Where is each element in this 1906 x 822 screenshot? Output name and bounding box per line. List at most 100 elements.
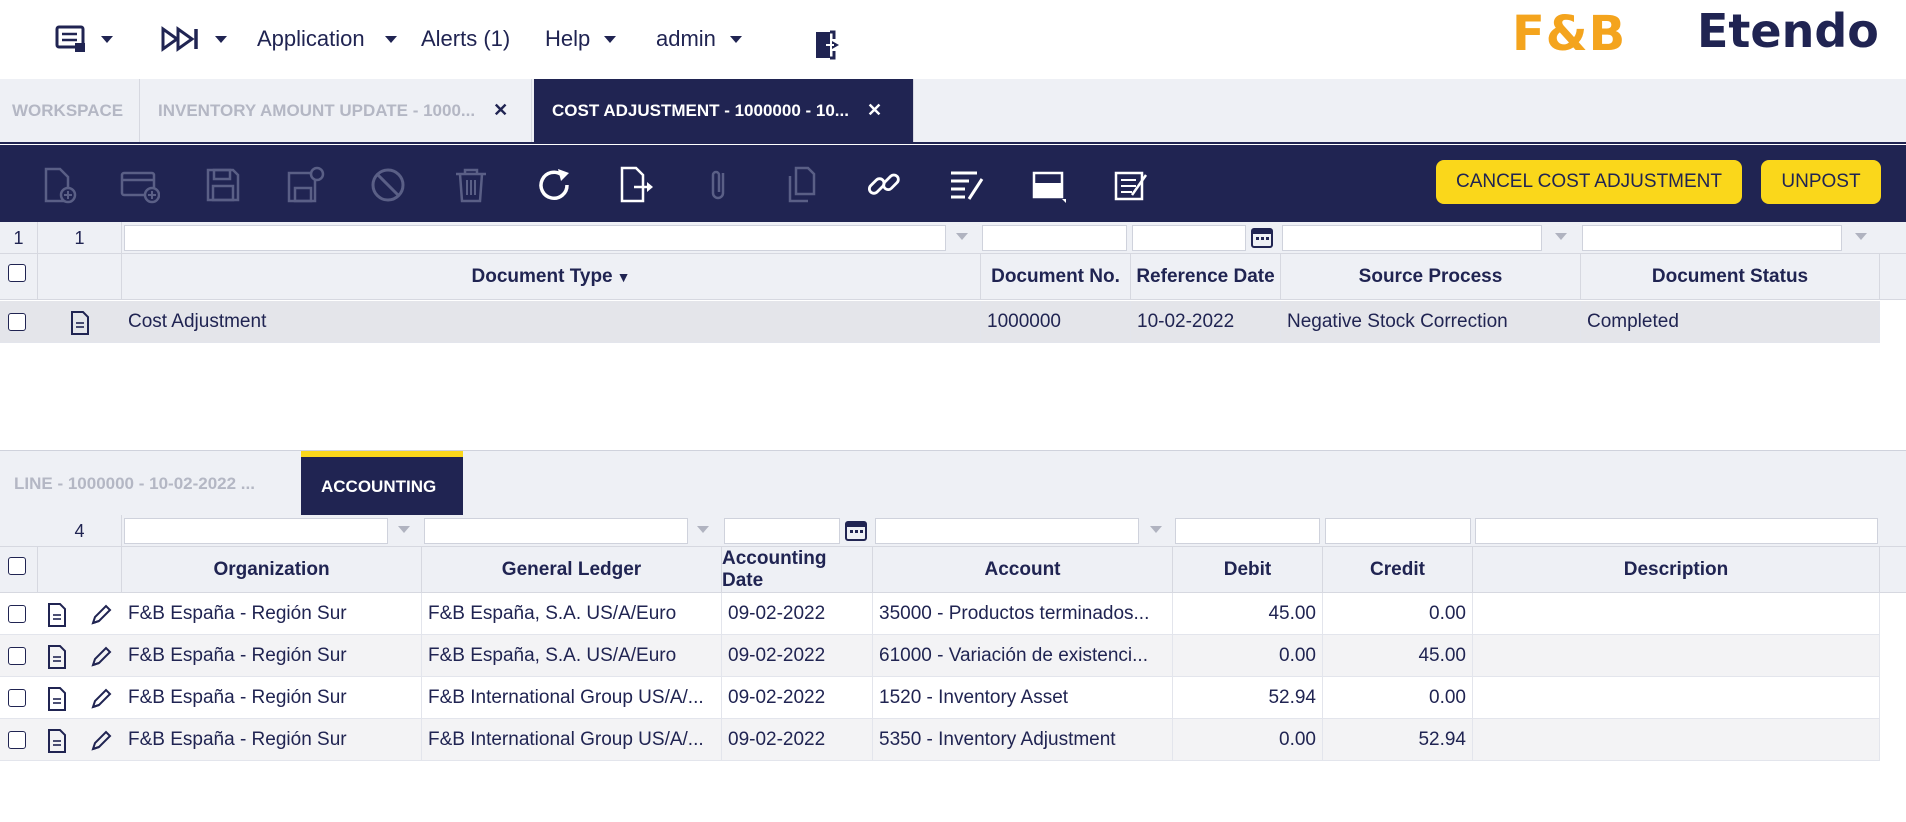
- cell-description: [1473, 635, 1880, 677]
- column-header-document-status[interactable]: Document Status: [1581, 254, 1880, 300]
- audit-icon[interactable]: [947, 165, 987, 205]
- link-icon[interactable]: [864, 165, 904, 205]
- edit-icon[interactable]: [89, 645, 113, 674]
- record-count: 4: [38, 515, 122, 547]
- document-icon[interactable]: [47, 729, 67, 758]
- select-all-checkbox[interactable]: [8, 557, 26, 575]
- edit-icon[interactable]: [89, 729, 113, 758]
- clone-icon[interactable]: [782, 165, 822, 205]
- close-icon[interactable]: ✕: [493, 100, 508, 121]
- select-all-checkbox[interactable]: [8, 264, 26, 282]
- debit-filter[interactable]: [1175, 518, 1320, 544]
- tab-accounting[interactable]: ACCOUNTING: [301, 451, 463, 516]
- document-no-filter[interactable]: [982, 225, 1127, 251]
- document-icon[interactable]: [47, 687, 67, 716]
- description-filter[interactable]: [1475, 518, 1878, 544]
- chevron-down-icon[interactable]: [697, 526, 709, 533]
- column-header-reference-date[interactable]: Reference Date: [1131, 254, 1281, 300]
- column-header-accounting-date[interactable]: Accounting Date: [722, 547, 873, 593]
- calendar-icon[interactable]: [845, 519, 867, 546]
- row-checkbox[interactable]: [8, 605, 26, 623]
- save-icon[interactable]: [203, 165, 243, 205]
- undo-icon[interactable]: [368, 165, 408, 205]
- user-menu[interactable]: admin: [656, 22, 742, 56]
- tab-cost-adjustment[interactable]: COST ADJUSTMENT - 1000000 - 10... ✕: [534, 79, 914, 142]
- tab-line[interactable]: LINE - 1000000 - 10-02-2022 ...: [0, 451, 300, 516]
- cell-general-ledger: F&B España, S.A. US/A/Euro: [422, 593, 722, 635]
- user-menu-label: admin: [656, 26, 716, 51]
- application-menu[interactable]: Application: [257, 22, 397, 56]
- cell-document-type: Cost Adjustment: [122, 301, 981, 343]
- chevron-down-icon[interactable]: [398, 526, 410, 533]
- help-menu[interactable]: Help: [545, 22, 617, 56]
- tab-workspace[interactable]: WORKSPACE: [0, 79, 140, 142]
- attachment-icon[interactable]: [699, 165, 739, 205]
- column-header-account[interactable]: Account: [873, 547, 1173, 593]
- column-header-description[interactable]: Description: [1473, 547, 1880, 593]
- table-row[interactable]: F&B España - Región Sur F&B España, S.A.…: [0, 635, 1880, 677]
- calendar-icon[interactable]: [1251, 226, 1273, 253]
- source-process-filter[interactable]: [1282, 225, 1542, 251]
- quick-create-menu[interactable]: [161, 22, 227, 56]
- cell-accounting-date: 09-02-2022: [722, 593, 873, 635]
- quick-launch-menu[interactable]: [55, 22, 113, 56]
- column-header-organization[interactable]: Organization: [122, 547, 422, 593]
- export-icon[interactable]: [616, 165, 656, 205]
- save-close-icon[interactable]: [285, 165, 325, 205]
- header-row: Organization General Ledger Accounting D…: [0, 547, 1906, 593]
- table-row[interactable]: F&B España - Región Sur F&B España, S.A.…: [0, 593, 1880, 635]
- document-icon[interactable]: [70, 311, 90, 340]
- column-header-document-type[interactable]: Document Type ▼: [122, 254, 981, 300]
- column-header-credit[interactable]: Credit: [1323, 547, 1473, 593]
- chevron-down-icon: [604, 35, 617, 43]
- unpost-button[interactable]: UNPOST: [1761, 160, 1881, 204]
- row-checkbox[interactable]: [8, 313, 26, 331]
- edit-icon[interactable]: [89, 603, 113, 632]
- chevron-down-icon[interactable]: [1855, 233, 1867, 240]
- cancel-cost-adjustment-button[interactable]: CANCEL COST ADJUSTMENT: [1436, 160, 1742, 204]
- column-header-source-process[interactable]: Source Process: [1281, 254, 1581, 300]
- notes-icon[interactable]: [1112, 165, 1152, 205]
- alerts-link[interactable]: Alerts (1): [421, 22, 510, 56]
- chevron-down-icon[interactable]: [1150, 526, 1162, 533]
- delete-icon[interactable]: [451, 165, 491, 205]
- document-status-filter[interactable]: [1582, 225, 1842, 251]
- document-icon[interactable]: [47, 603, 67, 632]
- accounting-date-filter[interactable]: [724, 518, 840, 544]
- table-row[interactable]: Cost Adjustment 1000000 10-02-2022 Negat…: [0, 301, 1880, 343]
- close-icon[interactable]: ✕: [867, 100, 882, 121]
- row-checkbox[interactable]: [8, 647, 26, 665]
- accounting-grid: 4 Organization General Ledger Accounting…: [0, 515, 1906, 822]
- chevron-down-icon[interactable]: [956, 233, 968, 240]
- header-grid: 1 1 Document Type ▼ Document No. Referenc…: [0, 222, 1906, 450]
- cell-debit: 52.94: [1173, 677, 1323, 719]
- table-row[interactable]: F&B España - Región Sur F&B Internationa…: [0, 677, 1880, 719]
- reference-date-filter[interactable]: [1132, 225, 1246, 251]
- new-document-icon[interactable]: [38, 165, 78, 205]
- general-ledger-filter[interactable]: [424, 518, 688, 544]
- account-filter[interactable]: [875, 518, 1139, 544]
- table-row[interactable]: F&B España - Región Sur F&B Internationa…: [0, 719, 1880, 761]
- row-checkbox[interactable]: [8, 689, 26, 707]
- new-row-icon[interactable]: [120, 165, 160, 205]
- edit-icon[interactable]: [89, 687, 113, 716]
- logout-button[interactable]: [812, 28, 844, 62]
- column-header-document-no[interactable]: Document No.: [981, 254, 1131, 300]
- column-header-general-ledger[interactable]: General Ledger: [422, 547, 722, 593]
- button-label: CANCEL COST ADJUSTMENT: [1455, 171, 1723, 192]
- grid-view-icon[interactable]: [1030, 165, 1070, 205]
- column-header-debit[interactable]: Debit: [1173, 547, 1323, 593]
- row-icons-header: [38, 547, 122, 593]
- filter-row: 4: [0, 515, 1906, 547]
- tab-label: ACCOUNTING: [321, 476, 437, 496]
- refresh-icon[interactable]: [534, 165, 574, 205]
- document-type-filter[interactable]: [124, 225, 946, 251]
- tab-label: WORKSPACE: [12, 100, 124, 120]
- organization-filter[interactable]: [124, 518, 388, 544]
- cell-account: 1520 - Inventory Asset: [873, 677, 1173, 719]
- row-checkbox[interactable]: [8, 731, 26, 749]
- document-icon[interactable]: [47, 645, 67, 674]
- tab-inventory-amount-update[interactable]: INVENTORY AMOUNT UPDATE - 1000... ✕: [146, 79, 532, 142]
- chevron-down-icon[interactable]: [1555, 233, 1567, 240]
- credit-filter[interactable]: [1325, 518, 1471, 544]
